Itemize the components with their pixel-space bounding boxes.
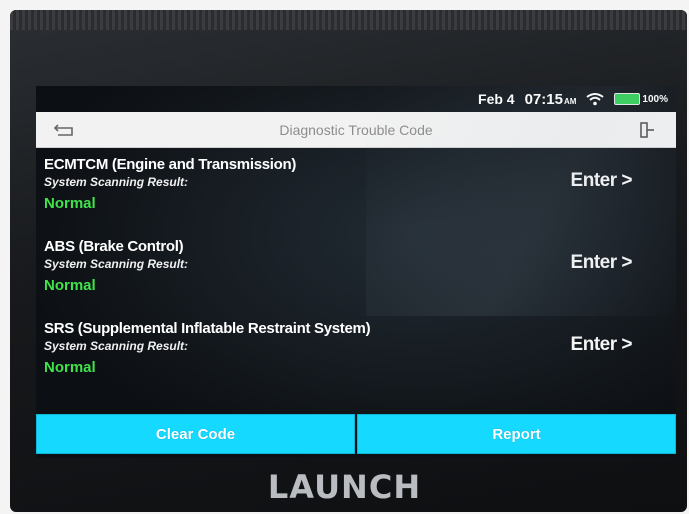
brand-logo: LAUNCH	[267, 468, 422, 506]
exit-button[interactable]	[618, 112, 676, 148]
system-list: ECMTCM (Engine and Transmission) System …	[36, 148, 676, 394]
page-title: Diagnostic Trouble Code	[279, 121, 433, 138]
scan-result-value: Normal	[44, 277, 96, 294]
enter-button[interactable]: Enter >	[571, 252, 633, 274]
bottom-action-bar: Clear Code Report	[36, 414, 676, 454]
back-arrow-icon	[53, 123, 73, 136]
status-time-group: 07:15AM	[525, 91, 577, 108]
device-top-edge	[10, 10, 687, 30]
scan-result-value: Normal	[44, 359, 96, 376]
battery-icon	[614, 93, 641, 105]
report-button[interactable]: Report	[357, 414, 676, 454]
status-ampm: AM	[563, 96, 577, 106]
status-bar: Feb 4 07:15AM 100%	[36, 86, 676, 112]
system-row-abs: ABS (Brake Control) System Scanning Resu…	[36, 230, 676, 312]
system-row-ecm: ECMTCM (Engine and Transmission) System …	[36, 148, 676, 230]
battery-percent: 100%	[642, 93, 668, 105]
exit-door-icon	[640, 121, 654, 138]
wifi-icon	[586, 92, 605, 106]
status-date: Feb 4	[478, 91, 515, 107]
enter-button[interactable]: Enter >	[571, 334, 633, 356]
scan-result-value: Normal	[44, 195, 96, 212]
enter-button[interactable]: Enter >	[571, 170, 633, 192]
status-time: 07:15	[524, 90, 563, 108]
back-button[interactable]	[36, 112, 94, 148]
device-screen: Feb 4 07:15AM 100% Diagnostic Trouble Co…	[36, 86, 676, 458]
clear-code-button[interactable]: Clear Code	[36, 414, 355, 454]
system-row-srs: SRS (Supplemental Inflatable Restraint S…	[36, 312, 676, 394]
title-bar: Diagnostic Trouble Code	[36, 112, 676, 148]
